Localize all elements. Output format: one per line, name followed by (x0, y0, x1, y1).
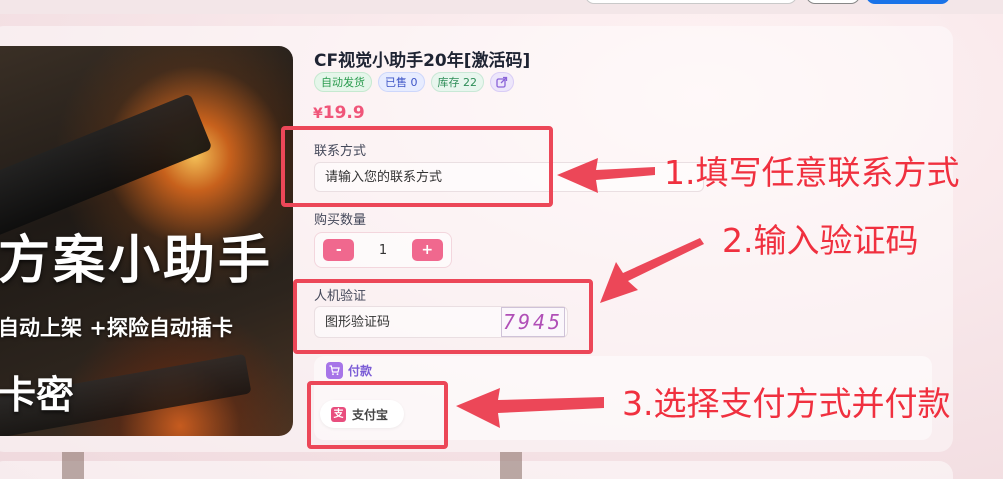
image-title: 方案小助手 (0, 231, 274, 291)
annotation-step-2: 2.输入验证码 (722, 221, 919, 260)
product-image: 方案小助手 自动上架 +探险自动插卡 卡密 (0, 46, 293, 436)
share-button[interactable] (490, 72, 514, 92)
product-price: ¥19.9 (313, 103, 365, 123)
rifle-graphic (0, 93, 213, 239)
annotation-step-3: 3.选择支付方式并付款 (622, 384, 951, 423)
quantity-label: 购买数量 (314, 213, 367, 228)
image-kami-text: 卡密 (0, 373, 75, 417)
image-subtitle: 自动上架 +探险自动插卡 (0, 316, 233, 340)
quantity-value[interactable]: 1 (354, 243, 411, 258)
next-card (0, 461, 953, 479)
price-currency: ¥ (313, 106, 323, 122)
decoration (62, 452, 84, 479)
price-value: 19.9 (322, 103, 365, 123)
cart-icon (326, 362, 343, 379)
top-search-input[interactable] (585, 0, 797, 4)
annotation-box-payment (307, 381, 448, 449)
annotation-box-captcha (293, 279, 593, 354)
stock-count-badge: 库存 22 (430, 72, 484, 92)
payment-header: 付款 (326, 362, 372, 379)
annotation-step-1: 1.填写任意联系方式 (664, 153, 960, 192)
product-title: CF视觉小助手20年[激活码] (314, 51, 531, 71)
top-primary-button[interactable] (866, 0, 950, 4)
payment-label: 付款 (348, 364, 373, 378)
share-icon (496, 76, 508, 88)
sold-count-badge: 已售 0 (378, 72, 425, 92)
quantity-stepper: - 1 + (314, 232, 452, 268)
product-tags: 自动发货 已售 0 库存 22 (314, 72, 514, 92)
annotation-box-contact (281, 126, 553, 207)
auto-delivery-badge: 自动发货 (314, 72, 372, 92)
decoration (500, 452, 522, 479)
top-outline-button[interactable] (806, 0, 860, 4)
quantity-increase-button[interactable]: + (411, 239, 443, 261)
quantity-decrease-button[interactable]: - (323, 239, 355, 261)
